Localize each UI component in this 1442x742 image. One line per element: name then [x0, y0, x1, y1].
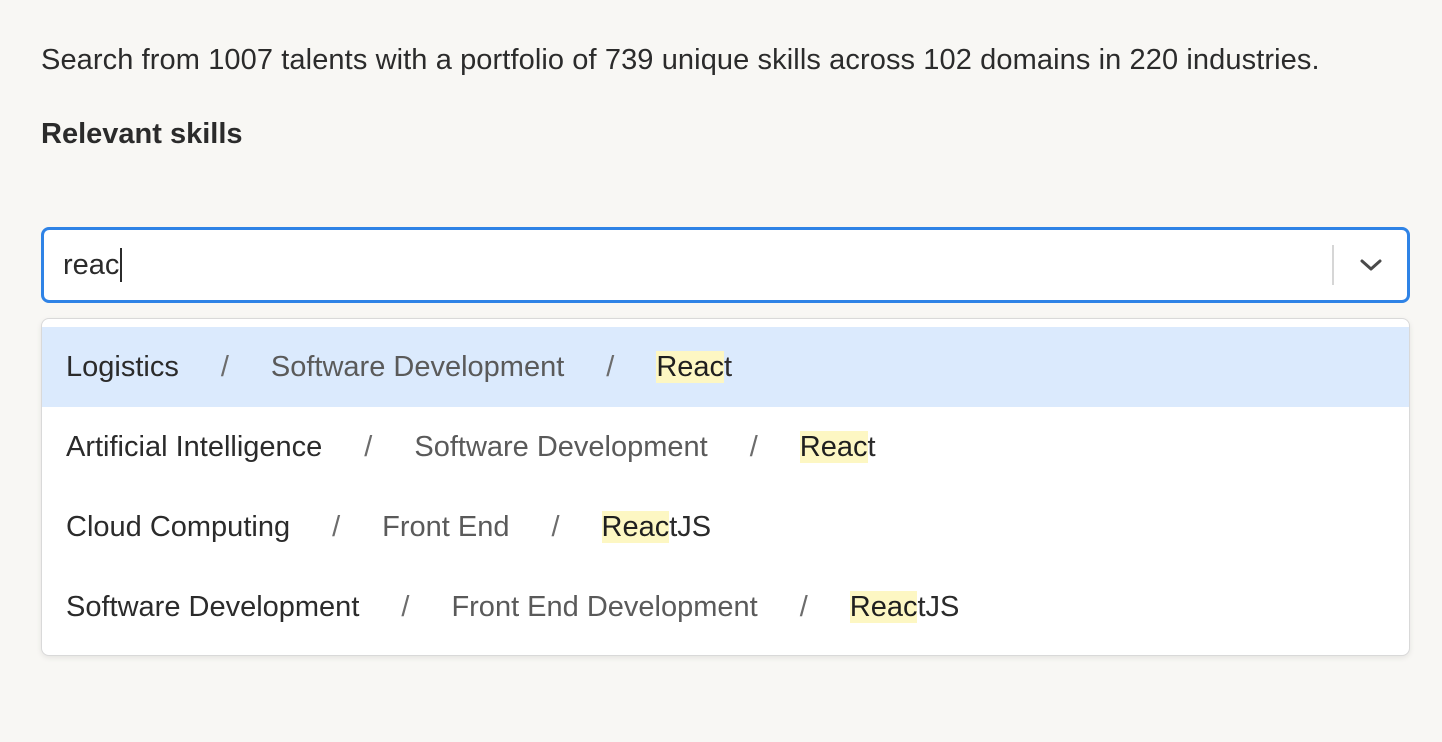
skill-option[interactable]: Software Development / Front End Develop… — [42, 567, 1409, 647]
option-industry: Cloud Computing — [66, 510, 291, 543]
skills-select[interactable]: reac — [41, 227, 1410, 303]
path-separator: / — [364, 430, 373, 463]
option-domain: Front End Development — [451, 590, 758, 623]
skill-rest: tJS — [917, 590, 960, 623]
option-domain: Front End — [382, 510, 510, 543]
skills-search-input[interactable]: reac — [44, 230, 1332, 300]
skill-rest: tJS — [669, 510, 712, 543]
chevron-down-icon — [1360, 259, 1381, 271]
option-skill: ReactJS — [849, 590, 960, 624]
path-separator: / — [332, 510, 341, 543]
option-skill: React — [656, 350, 733, 384]
option-industry: Logistics — [66, 350, 179, 383]
path-separator: / — [606, 350, 615, 383]
option-industry: Artificial Intelligence — [66, 430, 323, 463]
skill-option[interactable]: Artificial Intelligence / Software Devel… — [42, 407, 1409, 487]
path-separator: / — [220, 350, 229, 383]
option-skill: React — [799, 430, 876, 464]
skills-field-label: Relevant skills — [41, 118, 243, 150]
option-domain: Software Development — [414, 430, 708, 463]
path-separator: / — [749, 430, 758, 463]
path-separator: / — [799, 590, 808, 623]
skills-search-panel: Search from 1007 talents with a portfoli… — [41, 36, 1410, 656]
skill-option[interactable]: Logistics / Software Development / React — [42, 327, 1409, 407]
skill-option[interactable]: Cloud Computing / Front End / ReactJS — [42, 487, 1409, 567]
option-industry: Software Development — [66, 590, 360, 623]
skills-dropdown-menu: Logistics / Software Development / React… — [41, 318, 1410, 656]
path-separator: / — [401, 590, 410, 623]
option-skill: ReactJS — [601, 510, 712, 544]
match-highlight: Reac — [601, 510, 670, 543]
match-highlight: Reac — [656, 350, 725, 383]
match-highlight: Reac — [799, 430, 868, 463]
option-domain: Software Development — [270, 350, 565, 383]
intro-text: Search from 1007 talents with a portfoli… — [41, 44, 1320, 76]
path-separator: / — [551, 510, 560, 543]
dropdown-toggle-button[interactable] — [1334, 230, 1407, 300]
skills-search-value: reac — [63, 248, 120, 281]
skill-rest: t — [867, 430, 876, 463]
skill-rest: t — [724, 350, 733, 383]
match-highlight: Reac — [849, 590, 918, 623]
text-cursor — [120, 248, 123, 282]
